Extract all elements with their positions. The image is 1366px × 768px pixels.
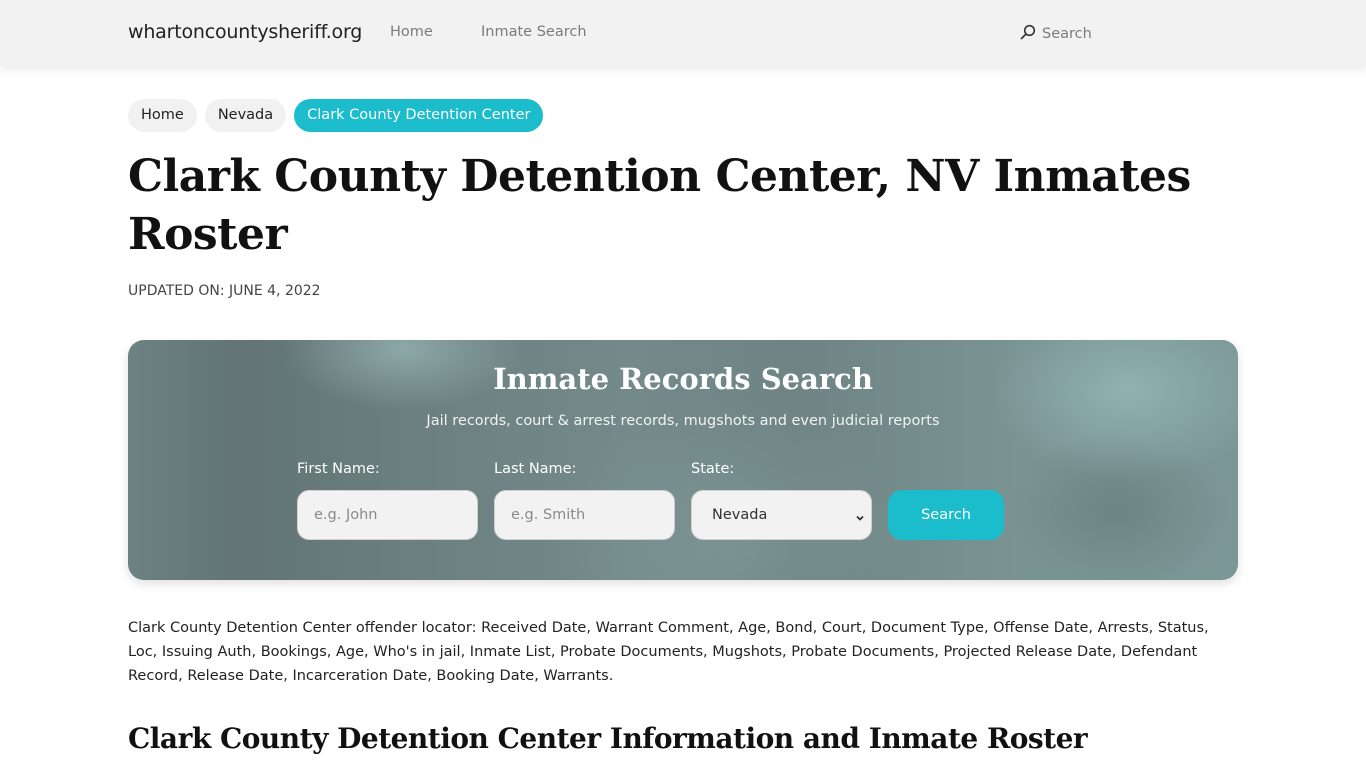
nav-home-link[interactable]: Home — [390, 24, 433, 40]
top-navbar: whartoncountysheriff.org Home Inmate Sea… — [0, 0, 1366, 67]
last-name-label: Last Name: — [494, 461, 577, 477]
site-brand-link[interactable]: whartoncountysheriff.org — [128, 21, 362, 43]
breadcrumb-nevada[interactable]: Nevada — [204, 99, 287, 132]
section-title: Clark County Detention Center Informatio… — [128, 722, 1088, 755]
search-panel-subtitle: Jail records, court & arrest records, mu… — [426, 413, 940, 429]
first-name-input[interactable] — [297, 490, 478, 540]
breadcrumb-current[interactable]: Clark County Detention Center — [294, 99, 544, 132]
search-panel-title: Inmate Records Search — [493, 362, 873, 396]
state-label: State: — [691, 461, 735, 477]
updated-date: UPDATED ON: JUNE 4, 2022 — [128, 283, 321, 299]
inmate-search-panel: Inmate Records Search Jail records, cour… — [128, 340, 1238, 580]
first-name-label: First Name: — [297, 461, 380, 477]
breadcrumb-home[interactable]: Home — [128, 99, 197, 132]
search-icon — [1020, 24, 1036, 44]
breadcrumb: Home Nevada Clark County Detention Cente… — [128, 99, 544, 132]
header-search-button[interactable]: Search — [1020, 22, 1092, 46]
header-search-label: Search — [1042, 26, 1092, 42]
last-name-input[interactable] — [494, 490, 675, 540]
offender-locator-description: Clark County Detention Center offender l… — [128, 620, 1209, 684]
nav-inmate-search-link[interactable]: Inmate Search — [481, 24, 587, 40]
page-title: Clark County Detention Center, NV Inmate… — [128, 151, 1191, 260]
search-submit-button[interactable]: Search — [888, 490, 1004, 540]
state-select[interactable]: Nevada — [691, 490, 872, 540]
